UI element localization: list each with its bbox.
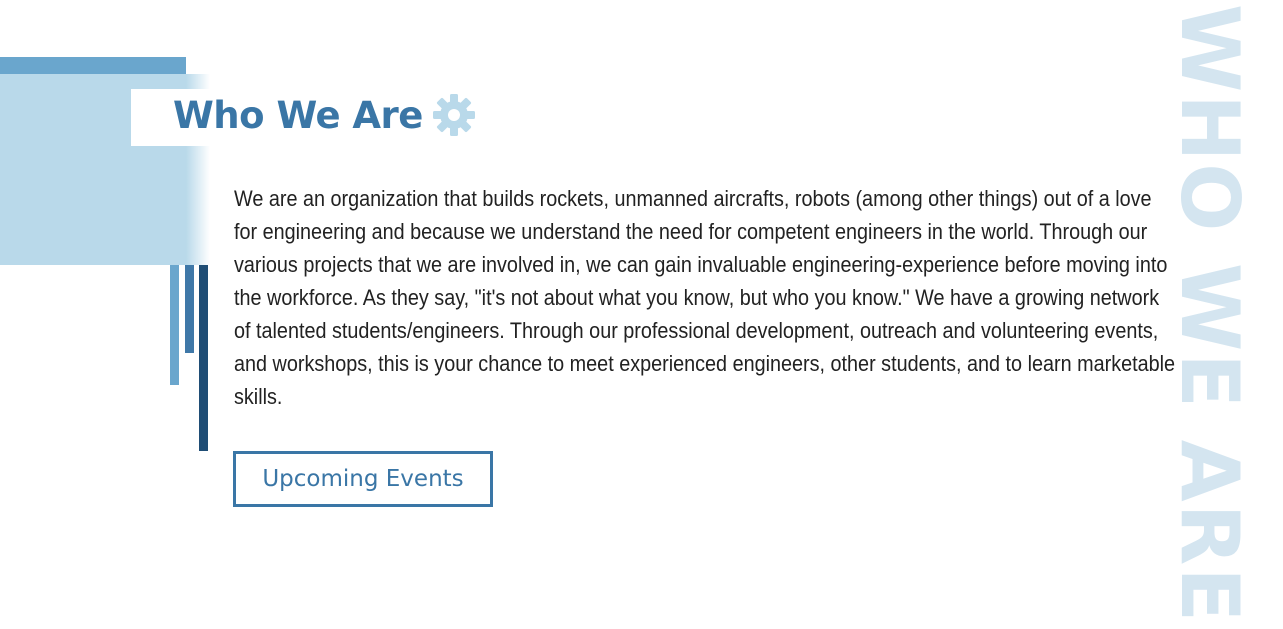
upcoming-events-button[interactable]: Upcoming Events xyxy=(233,451,493,507)
gear-icon xyxy=(433,94,475,136)
decorative-top-stripe xyxy=(0,57,186,74)
decorative-bar-medium xyxy=(185,265,194,353)
vertical-watermark: WHO WE ARE xyxy=(1170,0,1250,629)
section-description: We are an organization that builds rocke… xyxy=(234,186,1176,409)
watermark-text: WHO WE ARE xyxy=(1170,4,1250,624)
decorative-bar-dark xyxy=(199,265,208,451)
section-title: Who We Are xyxy=(173,94,423,137)
decorative-bar-light xyxy=(170,265,179,385)
who-we-are-section: Who We Are We are an organization that b… xyxy=(0,0,1283,629)
